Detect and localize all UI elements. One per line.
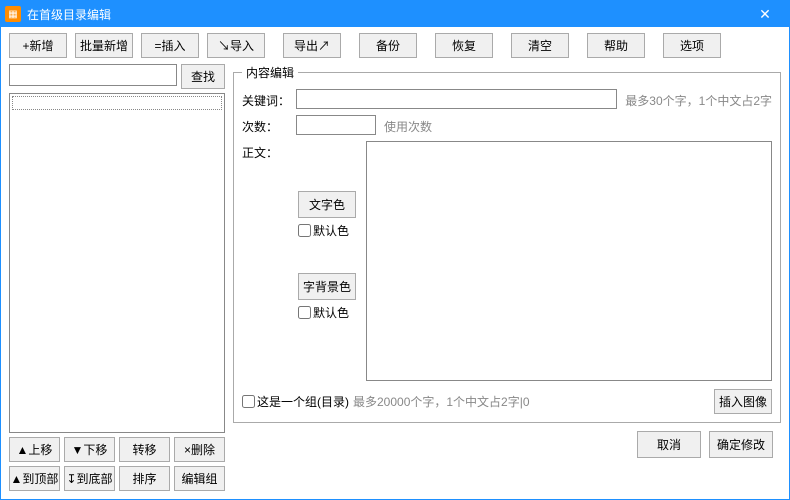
- move-down-button[interactable]: ▼下移: [64, 437, 115, 462]
- export-button[interactable]: 导出↗: [283, 33, 341, 58]
- search-button[interactable]: 查找: [181, 64, 225, 89]
- group-checkbox-label: 这是一个组(目录): [257, 393, 349, 410]
- app-icon: ▦: [5, 6, 21, 22]
- list-selection: [12, 96, 222, 110]
- edit-group-button[interactable]: 编辑组: [174, 466, 225, 491]
- keyword-label: 关键词：: [242, 89, 292, 109]
- dialog-window: ▦ 在首级目录编辑 ✕ +新增 批量新增 =插入 ↘导入 导出↗ 备份 恢复 清…: [0, 0, 790, 500]
- help-button[interactable]: 帮助: [587, 33, 645, 58]
- default-text-color-checkbox[interactable]: 默认色: [298, 222, 360, 239]
- count-input[interactable]: [296, 115, 376, 135]
- body-hint: 最多20000个字，1个中文占2字|0: [353, 393, 530, 410]
- move-up-button[interactable]: ▲上移: [9, 437, 60, 462]
- window-title: 在首级目录编辑: [27, 6, 745, 23]
- left-buttons: ▲上移 ▼下移 转移 ×删除 ▲到顶部 ↧到底部 排序 编辑组: [9, 437, 225, 491]
- count-hint: 使用次数: [380, 115, 432, 135]
- search-input[interactable]: [9, 64, 177, 86]
- color-controls: 文字色 默认色 字背景色 默认色: [298, 141, 360, 321]
- dialog-footer: 取消 确定修改: [233, 423, 781, 466]
- import-button[interactable]: ↘导入: [207, 33, 265, 58]
- count-label: 次数：: [242, 115, 292, 135]
- insert-button[interactable]: =插入: [141, 33, 199, 58]
- default-bg-color-label: 默认色: [313, 304, 349, 321]
- default-text-color-input[interactable]: [298, 224, 311, 237]
- ok-button[interactable]: 确定修改: [709, 431, 773, 458]
- default-bg-color-checkbox[interactable]: 默认色: [298, 304, 360, 321]
- sort-button[interactable]: 排序: [119, 466, 170, 491]
- body-row: 正文： 文字色 默认色 字背景色 默认色: [242, 141, 772, 381]
- right-panel: 内容编辑 关键词： 最多30个字，1个中文占2字 次数： 使用次数 正文： 文字…: [233, 64, 781, 491]
- keyword-row: 关键词： 最多30个字，1个中文占2字: [242, 89, 772, 109]
- toolbar: +新增 批量新增 =插入 ↘导入 导出↗ 备份 恢复 清空 帮助 选项: [1, 27, 789, 64]
- titlebar: ▦ 在首级目录编辑 ✕: [1, 1, 789, 27]
- bottom-row: 这是一个组(目录) 最多20000个字，1个中文占2字|0 插入图像: [242, 389, 772, 414]
- insert-image-button[interactable]: 插入图像: [714, 389, 772, 414]
- count-row: 次数： 使用次数: [242, 115, 772, 135]
- close-icon[interactable]: ✕: [745, 1, 785, 27]
- delete-button[interactable]: ×删除: [174, 437, 225, 462]
- options-button[interactable]: 选项: [663, 33, 721, 58]
- to-bottom-button[interactable]: ↧到底部: [64, 466, 115, 491]
- default-bg-color-input[interactable]: [298, 306, 311, 319]
- restore-button[interactable]: 恢复: [435, 33, 493, 58]
- body-label: 正文：: [242, 141, 292, 161]
- clear-button[interactable]: 清空: [511, 33, 569, 58]
- search-row: 查找: [9, 64, 225, 89]
- fieldset-legend: 内容编辑: [242, 64, 298, 81]
- batch-add-button[interactable]: 批量新增: [75, 33, 133, 58]
- group-checkbox[interactable]: 这是一个组(目录): [242, 393, 349, 410]
- content-editor-fieldset: 内容编辑 关键词： 最多30个字，1个中文占2字 次数： 使用次数 正文： 文字…: [233, 64, 781, 423]
- add-button[interactable]: +新增: [9, 33, 67, 58]
- body: 查找 ▲上移 ▼下移 转移 ×删除 ▲到顶部 ↧到底部 排序 编辑组: [1, 64, 789, 499]
- to-top-button[interactable]: ▲到顶部: [9, 466, 60, 491]
- transfer-button[interactable]: 转移: [119, 437, 170, 462]
- item-listbox[interactable]: [9, 93, 225, 433]
- group-checkbox-input[interactable]: [242, 395, 255, 408]
- bg-color-button[interactable]: 字背景色: [298, 273, 356, 300]
- default-text-color-label: 默认色: [313, 222, 349, 239]
- keyword-hint: 最多30个字，1个中文占2字: [621, 89, 772, 109]
- text-color-button[interactable]: 文字色: [298, 191, 356, 218]
- backup-button[interactable]: 备份: [359, 33, 417, 58]
- keyword-input[interactable]: [296, 89, 617, 109]
- left-panel: 查找 ▲上移 ▼下移 转移 ×删除 ▲到顶部 ↧到底部 排序 编辑组: [9, 64, 225, 491]
- cancel-button[interactable]: 取消: [637, 431, 701, 458]
- body-textarea[interactable]: [366, 141, 772, 381]
